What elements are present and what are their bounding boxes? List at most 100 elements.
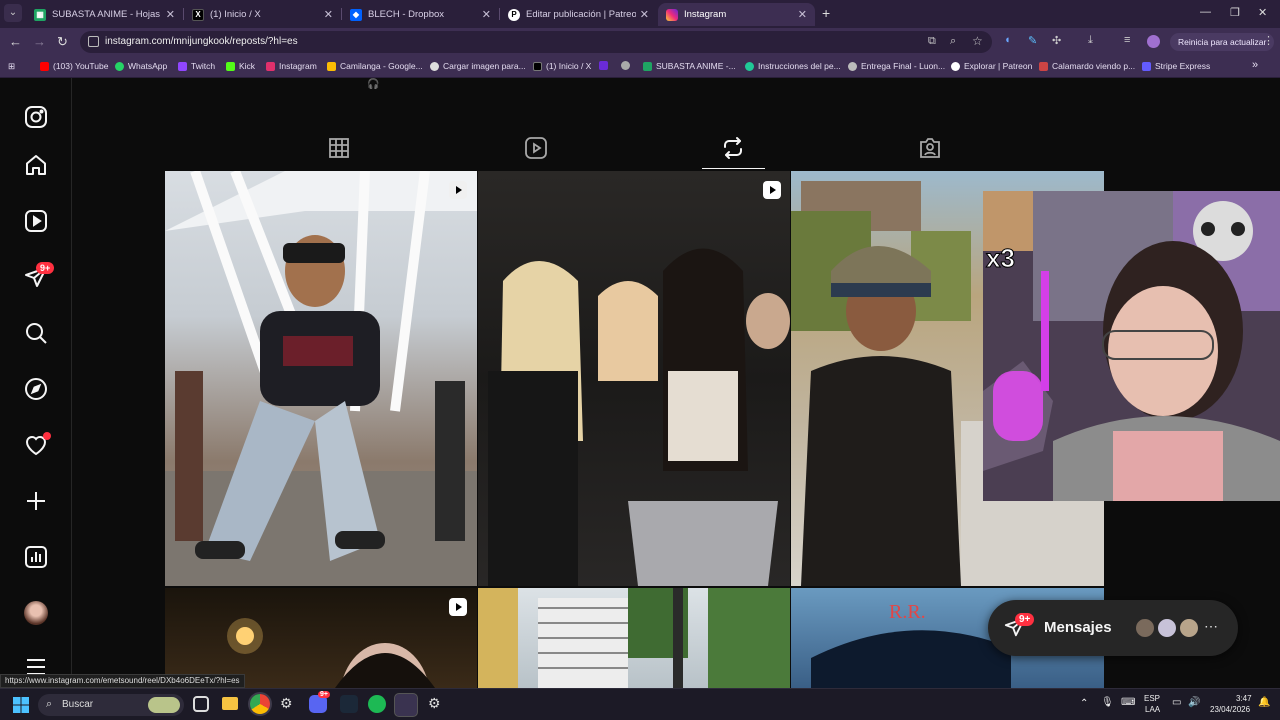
language-indicator[interactable]: ESP	[1144, 694, 1160, 703]
tab-subasta-anime[interactable]: ▦ SUBASTA ANIME - Hojas de cál ✕	[26, 3, 183, 26]
profile-avatar[interactable]	[1147, 35, 1160, 48]
spotify-icon[interactable]	[368, 695, 386, 713]
bookmark-stripe[interactable]: Stripe Express	[1142, 61, 1210, 71]
discord-badge: 9+	[318, 691, 330, 698]
tab-instagram[interactable]: Instagram ✕	[658, 3, 815, 26]
openai-icon	[745, 61, 754, 71]
bookmark-youtube[interactable]: (103) YouTube	[40, 61, 108, 71]
bookmark-globe[interactable]	[621, 61, 634, 70]
extension-icon[interactable]: ◖	[1004, 34, 1011, 46]
grid-icon[interactable]	[327, 136, 351, 160]
sheets-icon	[643, 61, 652, 71]
restore-icon[interactable]: ❐	[1230, 6, 1240, 19]
bookmarks-overflow-icon[interactable]: »	[1252, 59, 1258, 71]
bookmark-calamardo[interactable]: Calamardo viendo p...	[1039, 61, 1135, 71]
install-app-icon[interactable]: ⧉	[928, 35, 936, 48]
bookmark-instrucciones[interactable]: Instrucciones del pe...	[745, 61, 841, 71]
task-view-icon[interactable]	[193, 696, 209, 712]
create-plus-icon[interactable]	[22, 487, 50, 515]
reading-list-icon[interactable]: ≡	[1124, 34, 1130, 46]
zoom-icon[interactable]: ⌕	[950, 35, 956, 48]
profile-avatar[interactable]	[22, 599, 50, 627]
home-icon[interactable]	[22, 151, 50, 179]
window-close-icon[interactable]: ✕	[1258, 6, 1267, 19]
instagram-logo-icon[interactable]	[22, 103, 50, 131]
close-icon[interactable]: ✕	[324, 8, 333, 21]
instagram-sidebar: 9+	[0, 78, 72, 688]
translate-extension-icon[interactable]: ✎	[1028, 34, 1037, 47]
new-tab-icon[interactable]: +	[822, 5, 830, 21]
close-icon[interactable]: ✕	[166, 8, 175, 21]
x-icon	[533, 61, 542, 71]
dashboard-icon[interactable]	[22, 543, 50, 571]
back-arrow-icon[interactable]: ←	[9, 34, 22, 49]
bookmark-x[interactable]: (1) Inicio / X	[533, 61, 591, 71]
extensions-puzzle-icon[interactable]: ✣	[1052, 34, 1061, 47]
bookmark-star-icon[interactable]: ☆	[972, 34, 983, 48]
bookmark-label: (103) YouTube	[53, 61, 109, 71]
bookmark-cargar-imagen[interactable]: Cargar imagen para...	[430, 61, 526, 71]
bookmark-twitch[interactable]: Twitch	[178, 61, 215, 71]
keyboard-icon[interactable]: ⌨	[1121, 697, 1135, 708]
network-icon[interactable]: ▭	[1172, 697, 1181, 708]
reels-icon[interactable]	[22, 207, 50, 235]
obs-settings-icon[interactable]: ⚙	[280, 695, 293, 712]
tab-title: Instagram	[684, 9, 727, 20]
clock-time[interactable]: 3:47	[1236, 694, 1252, 703]
search-icon[interactable]	[22, 319, 50, 347]
keyboard-layout-indicator[interactable]: LAA	[1145, 705, 1160, 714]
instagram-icon	[266, 61, 275, 71]
reposts-icon[interactable]	[721, 136, 745, 160]
minimize-icon[interactable]: —	[1200, 6, 1211, 18]
notifications-icon[interactable]: 🔔	[1258, 697, 1270, 708]
url-text[interactable]: instagram.com/mnijungkook/reposts/?hl=es	[105, 36, 298, 47]
bookmark-patreon[interactable]: Explorar | Patreon	[951, 61, 1032, 71]
explore-icon[interactable]	[22, 375, 50, 403]
windows-start-icon[interactable]	[13, 697, 29, 718]
bookmark-subasta-anime[interactable]: SUBASTA ANIME -...	[643, 61, 736, 71]
messages-floating-bar[interactable]: 9+ Mensajes ⋯	[988, 600, 1238, 656]
clock-date[interactable]: 23/04/2026	[1210, 705, 1250, 714]
forward-arrow-icon[interactable]: →	[33, 34, 46, 49]
steam-icon[interactable]	[340, 695, 358, 713]
stripe-icon	[1142, 61, 1151, 71]
tab-x-home[interactable]: X (1) Inicio / X ✕	[184, 3, 341, 26]
post-thumbnail[interactable]	[478, 588, 790, 688]
tab-dropbox[interactable]: ◆ BLECH - Dropbox ✕	[342, 3, 499, 26]
volume-icon[interactable]: 🔊	[1188, 697, 1200, 708]
obs-icon[interactable]	[394, 693, 418, 717]
settings-gear-icon[interactable]: ⚙	[428, 695, 441, 712]
taskbar-search[interactable]: ⌕ Buscar	[38, 694, 184, 716]
bookmark-purple-site[interactable]	[599, 61, 612, 70]
tray-overflow-icon[interactable]: ⌃	[1080, 698, 1088, 709]
messages-label: Mensajes	[1044, 619, 1112, 636]
microphone-icon[interactable]: 🎙	[1101, 697, 1114, 708]
post-thumbnail[interactable]	[478, 171, 790, 586]
dropbox-icon: ◆	[350, 8, 362, 21]
close-icon[interactable]: ✕	[482, 8, 491, 21]
bookmark-kick[interactable]: Kick	[226, 61, 255, 71]
tab-patreon[interactable]: P Editar publicación | Patreon ✕	[500, 3, 657, 26]
bookmark-instagram[interactable]: Instagram	[266, 61, 317, 71]
reels-tab-icon[interactable]	[524, 136, 548, 160]
post-thumbnail[interactable]	[165, 171, 477, 586]
download-icon[interactable]: ⤓	[1088, 34, 1093, 47]
site-info-icon[interactable]	[88, 36, 99, 47]
tab-search-menu-icon[interactable]: ⌄	[4, 4, 22, 22]
bookmark-camilanga[interactable]: Camilanga - Google...	[327, 61, 423, 71]
bookmark-whatsapp[interactable]: WhatsApp	[115, 61, 167, 71]
post-thumbnail[interactable]	[165, 588, 477, 688]
reload-icon[interactable]: ↻	[57, 34, 68, 50]
bookmark-entrega-final[interactable]: Entrega Final - Luon...	[848, 61, 945, 71]
file-explorer-icon[interactable]	[222, 697, 238, 710]
kebab-menu-icon[interactable]: ⋮	[1263, 34, 1274, 47]
chrome-icon[interactable]	[250, 694, 270, 714]
more-dots-icon[interactable]: ⋯	[1204, 618, 1218, 635]
close-icon[interactable]: ✕	[798, 8, 807, 21]
update-button[interactable]: Reinicia para actualizar	[1170, 33, 1275, 51]
tagged-icon[interactable]	[918, 136, 942, 160]
address-bar[interactable]: instagram.com/mnijungkook/reposts/?hl=es…	[80, 31, 992, 53]
close-icon[interactable]: ✕	[640, 8, 649, 21]
search-label: Buscar	[62, 699, 94, 710]
apps-grid-icon[interactable]: ⊞	[8, 61, 15, 72]
